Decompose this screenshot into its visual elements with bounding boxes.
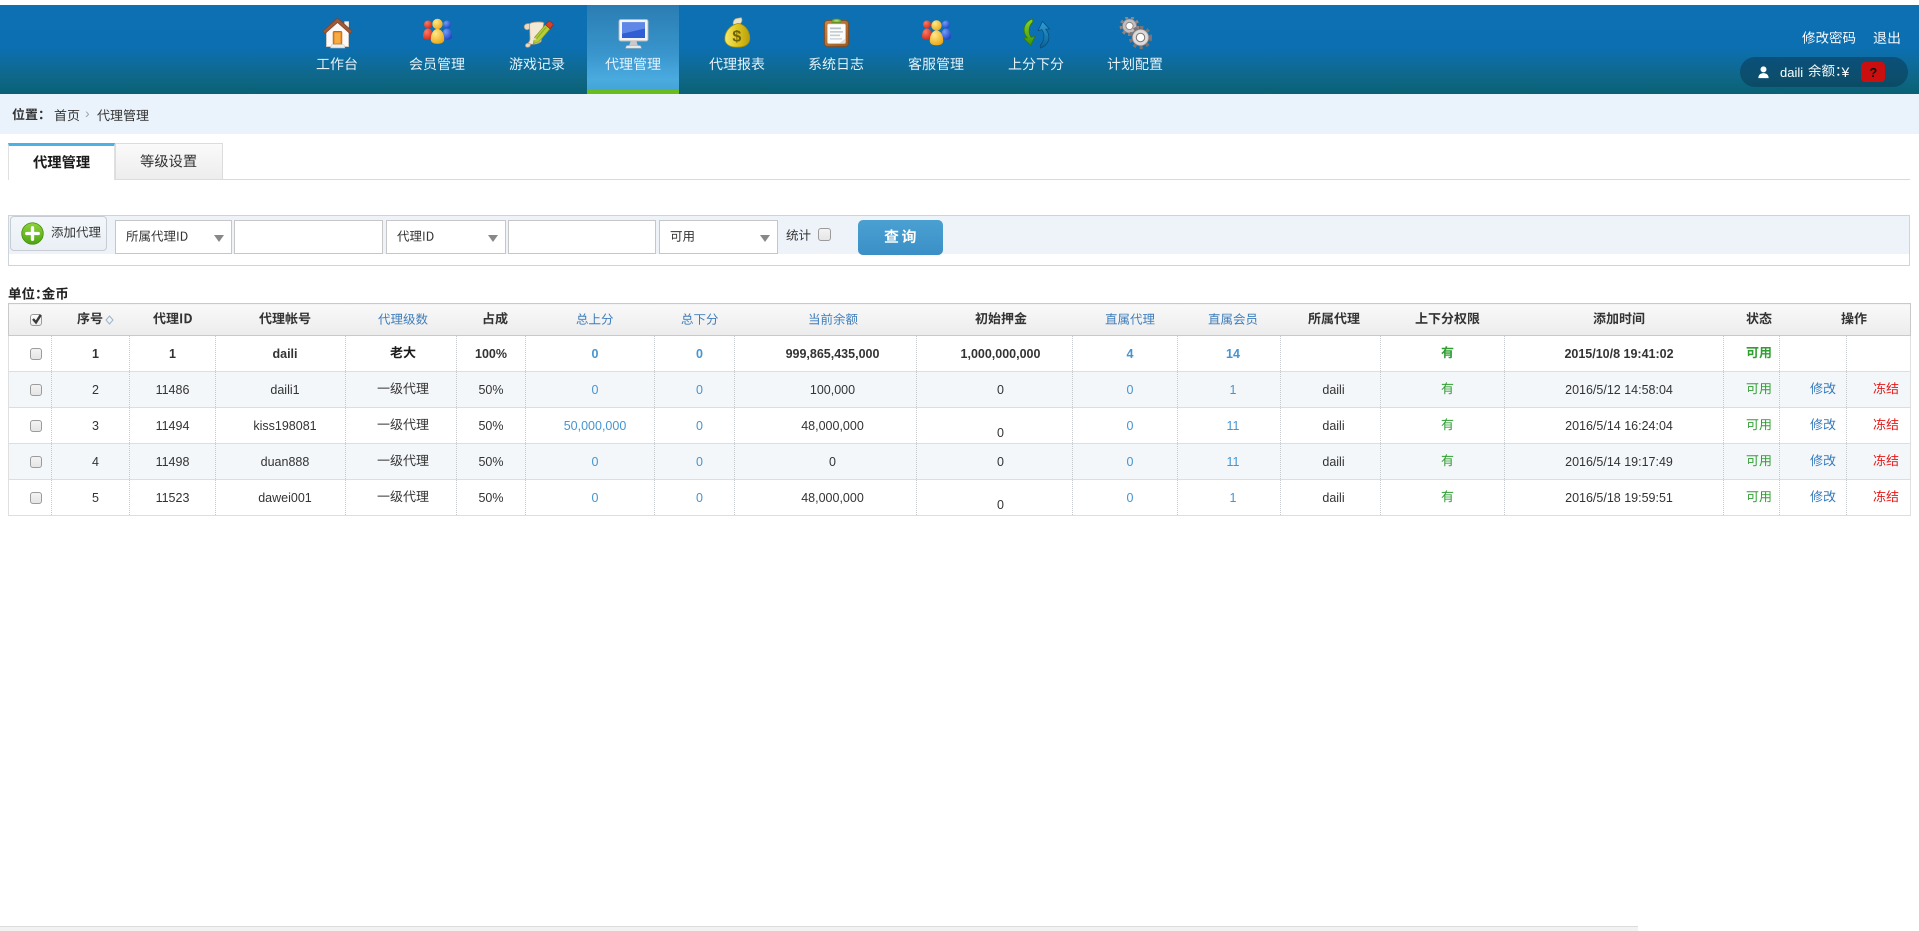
svg-text:$: $ <box>732 29 741 46</box>
